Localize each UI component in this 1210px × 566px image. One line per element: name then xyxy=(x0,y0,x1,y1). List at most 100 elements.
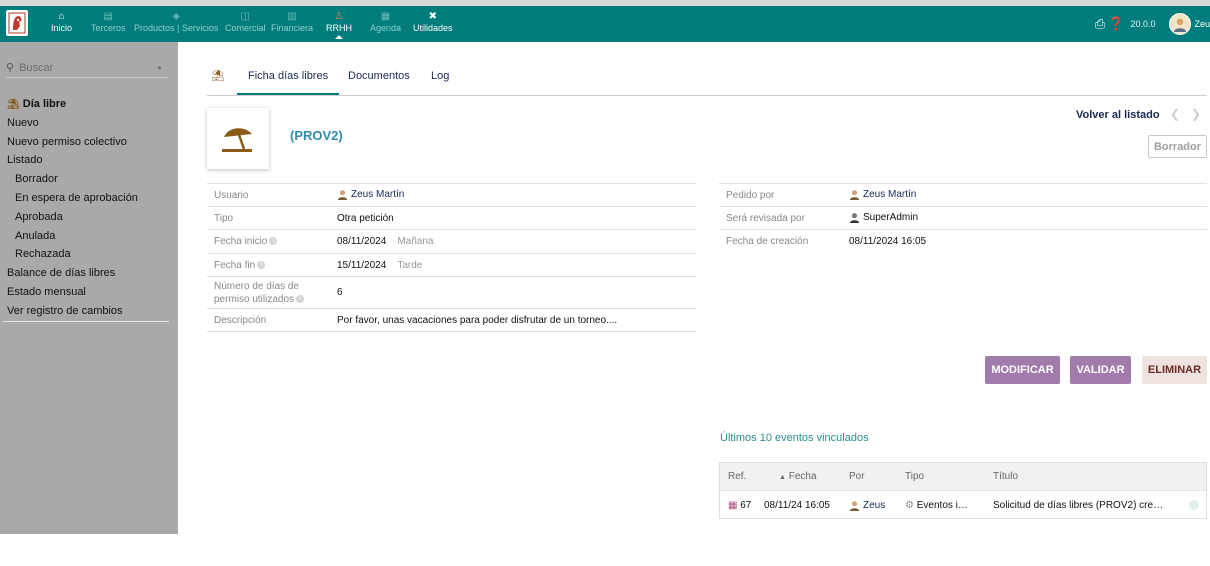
calendar-icon: ▦ xyxy=(380,11,391,22)
field-label: Pedido por xyxy=(719,183,842,207)
left-sidebar: ⚲ Buscar ● ⛱ Día libre Nuevo Nuevo permi… xyxy=(0,42,178,534)
event-ref-number: 67 xyxy=(740,500,752,511)
user-name-short[interactable]: Zeu xyxy=(1194,19,1210,29)
sidebar-divider xyxy=(3,321,169,322)
linked-events-title: Últimos 10 eventos vinculados xyxy=(720,432,869,444)
date-value: 08/11/2024 xyxy=(337,236,387,247)
menu-item-inicio[interactable]: ⌂ Inicio xyxy=(51,10,72,33)
search-input[interactable]: Buscar xyxy=(19,62,53,74)
tab-documentos[interactable]: Documentos xyxy=(348,60,410,95)
event-type-label: Eventos i… xyxy=(916,500,968,511)
next-record-icon[interactable]: ❯ xyxy=(1191,107,1201,121)
sort-asc-icon: ▲ xyxy=(779,474,786,481)
column-header-fecha[interactable]: ▲ Fecha xyxy=(779,471,817,482)
tab-log[interactable]: Log xyxy=(431,60,449,95)
menu-item-label: Terceros xyxy=(91,23,126,33)
sidebar-item-aprobada[interactable]: Aprobada xyxy=(7,208,169,227)
menu-item-utilidades[interactable]: ✖ Utilidades xyxy=(413,10,453,33)
field-value-usuario[interactable]: Zeus Martín xyxy=(330,183,696,207)
help-icon[interactable]: ❓ xyxy=(1108,16,1124,32)
status-badge: Borrador xyxy=(1148,135,1207,158)
sidebar-item-rechazada[interactable]: Rechazada xyxy=(7,245,169,264)
event-by[interactable]: Zeus xyxy=(849,500,885,511)
version-label: 20.0.0 xyxy=(1130,19,1156,29)
record-image xyxy=(207,108,269,169)
info-icon[interactable]: i xyxy=(296,294,305,303)
user-link[interactable]: Zeus Martín xyxy=(351,190,404,201)
menu-item-rrhh[interactable]: ♙ RRHH xyxy=(326,10,352,39)
info-icon[interactable]: i xyxy=(269,237,278,246)
event-date: 08/11/24 16:05 xyxy=(764,500,830,511)
back-to-list-link[interactable]: Volver al listado xyxy=(1076,109,1160,121)
menu-item-label: Productos | Servicios xyxy=(134,23,219,33)
modify-button[interactable]: MODIFICAR xyxy=(985,356,1060,384)
search-dropdown-icon[interactable]: ● xyxy=(157,63,162,72)
field-value-descripcion: Por favor, unas vacaciones para poder di… xyxy=(330,308,696,332)
search-box[interactable]: ⚲ Buscar ● xyxy=(6,58,168,78)
field-label: Tipo xyxy=(207,206,330,230)
info-icon[interactable]: i xyxy=(257,260,266,269)
field-value-pedido[interactable]: Zeus Martín xyxy=(842,183,1207,207)
event-user-link[interactable]: Zeus xyxy=(863,500,885,511)
validate-button[interactable]: VALIDAR xyxy=(1070,356,1131,384)
field-row-dias: Número de días de permiso utilizados i 6 xyxy=(207,276,696,309)
menu-item-label: Agenda xyxy=(370,23,402,33)
user-link[interactable]: Zeus Martín xyxy=(863,190,916,201)
menu-item-terceros[interactable]: ▤ Terceros xyxy=(91,10,126,33)
event-title: Solicitud de días libres (PROV2) cre… xyxy=(993,500,1164,511)
beach-umbrella-icon xyxy=(222,127,252,152)
field-value-revisada[interactable]: SuperAdmin xyxy=(842,206,1207,230)
sidebar-item-anulada[interactable]: Anulada xyxy=(7,227,169,246)
tab-icon-beach-umbrella[interactable]: ⛱ xyxy=(211,60,225,95)
menu-item-label: Inicio xyxy=(51,23,73,33)
column-header-por[interactable]: Por xyxy=(849,471,865,482)
tab-ficha[interactable]: Ficha días libres xyxy=(237,60,340,95)
building-icon: ▤ xyxy=(103,11,113,22)
delete-button[interactable]: ELIMINAR xyxy=(1142,356,1207,384)
gear-icon: ⚙ xyxy=(905,500,914,511)
top-right-tools: ⎙ ❓ 20.0.0 Zeu xyxy=(1095,6,1210,42)
date-value: 15/11/2024 xyxy=(337,259,387,271)
field-label: Número de días de xyxy=(214,280,300,292)
search-icon: ⚲ xyxy=(6,62,15,74)
sidebar-item-en-espera[interactable]: En espera de aprobación xyxy=(7,189,169,208)
sidebar-item-nuevo-colectivo[interactable]: Nuevo permiso colectivo xyxy=(7,133,169,152)
field-label-fecha-fin: Fecha fin i xyxy=(207,253,330,277)
field-label: Fecha fin xyxy=(214,259,256,271)
menu-item-label: Utilidades xyxy=(413,23,453,33)
beach-umbrella-icon: ⛱ xyxy=(7,99,20,110)
field-value-dias: 6 xyxy=(330,276,696,309)
menu-item-productos[interactable]: ◈ Productos | Servicios xyxy=(134,10,218,33)
sidebar-item-borrador[interactable]: Borrador xyxy=(7,170,169,189)
menu-item-comercial[interactable]: ◫ Comercial xyxy=(225,10,266,33)
menu-item-financiera[interactable]: ▥ Financiera xyxy=(271,10,313,33)
sidebar-item-estado-mensual[interactable]: Estado mensual xyxy=(7,283,169,302)
field-label-dias: Número de días de permiso utilizados i xyxy=(207,276,330,309)
cube-icon: ◈ xyxy=(172,11,181,22)
column-header-ref[interactable]: Ref. xyxy=(728,471,746,482)
sidebar-item-listado[interactable]: Listado xyxy=(7,151,169,170)
sidebar-item-registro-cambios[interactable]: Ver registro de cambios xyxy=(7,302,169,321)
previous-record-icon[interactable]: ❮ xyxy=(1170,107,1180,121)
app-logo[interactable] xyxy=(6,10,28,36)
field-row-pedido: Pedido por Zeus Martín xyxy=(719,183,1207,207)
user-link[interactable]: SuperAdmin xyxy=(863,213,918,224)
half-day-value: Mañana xyxy=(397,236,434,247)
field-row-descripcion: Descripción Por favor, unas vacaciones p… xyxy=(207,308,696,332)
briefcase-icon: ◫ xyxy=(240,11,250,22)
menu-item-label: Financiera xyxy=(271,23,314,33)
user-avatar[interactable] xyxy=(1169,13,1192,35)
sidebar-item-nuevo[interactable]: Nuevo xyxy=(7,114,169,133)
half-day-value: Tarde xyxy=(397,259,423,271)
menu-item-agenda[interactable]: ▦ Agenda xyxy=(370,10,401,33)
column-header-titulo[interactable]: Título xyxy=(993,471,1018,482)
user-icon xyxy=(337,190,348,201)
event-status-dot xyxy=(1189,500,1199,510)
sidebar-item-balance[interactable]: Balance de días libres xyxy=(7,264,169,283)
bank-icon: ▥ xyxy=(287,11,297,22)
event-ref[interactable]: ▦ 67 xyxy=(728,500,751,511)
printer-icon[interactable]: ⎙ xyxy=(1095,16,1105,32)
sidebar-title[interactable]: ⛱ Día libre xyxy=(7,95,169,114)
home-icon: ⌂ xyxy=(58,11,65,22)
column-header-tipo[interactable]: Tipo xyxy=(905,471,924,482)
